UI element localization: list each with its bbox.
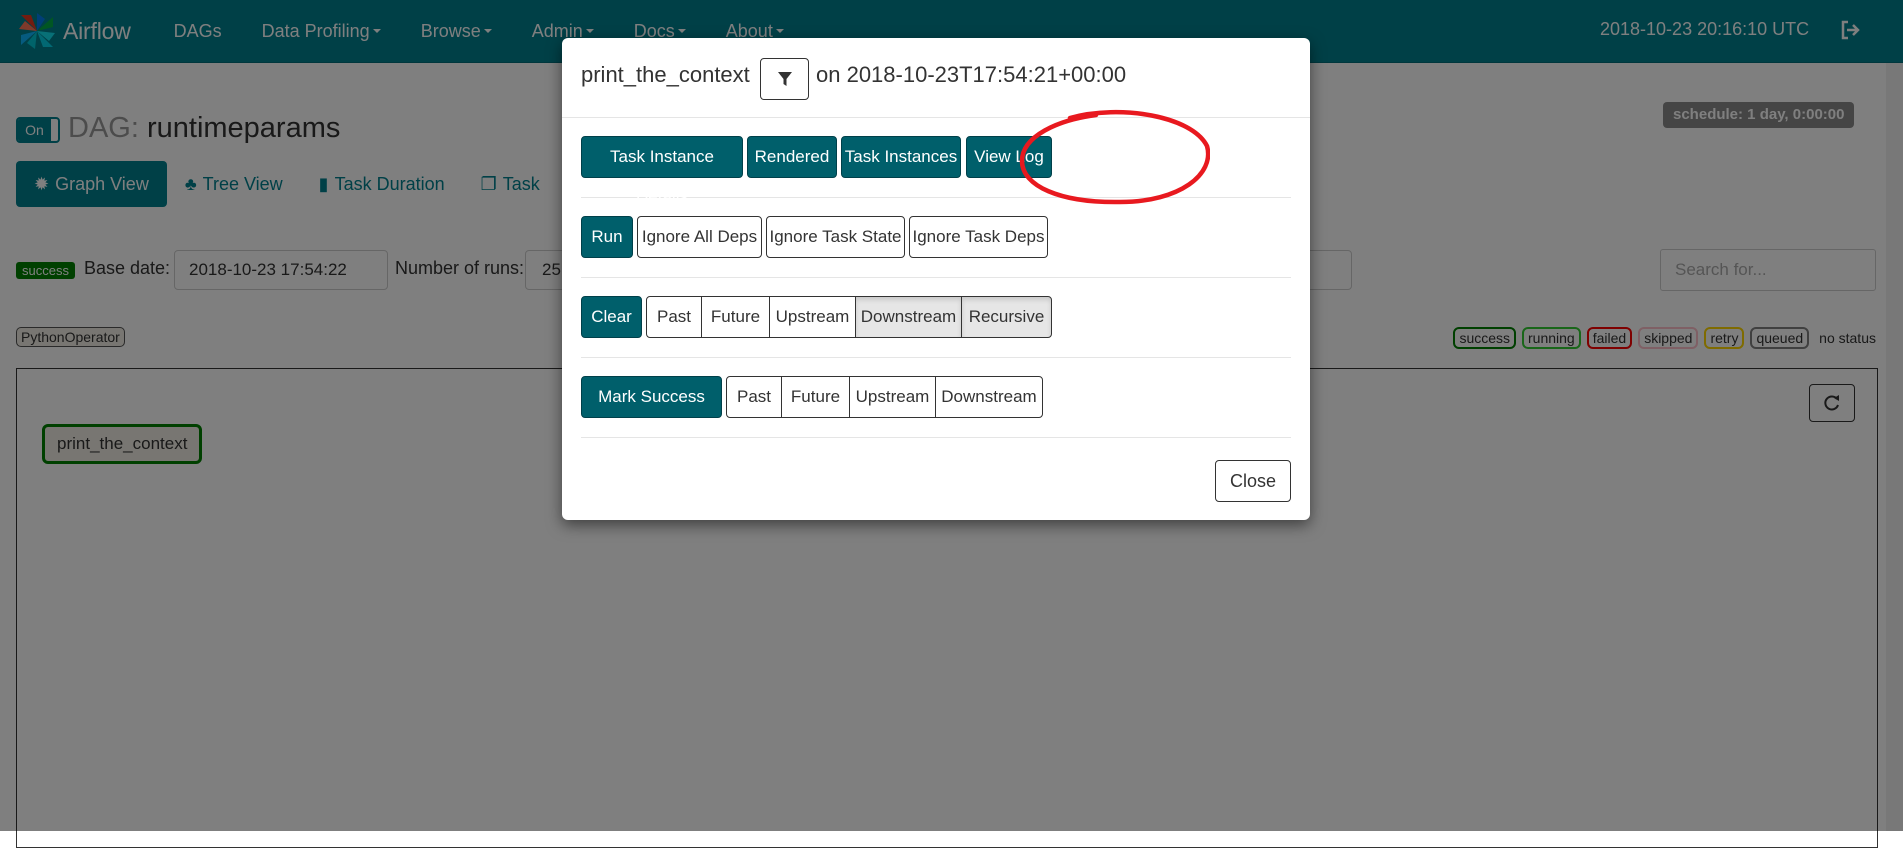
modal-row-clear: Clear Past Future Upstream Downstream Re… [581,278,1291,358]
filter-task-button[interactable] [760,58,809,100]
task-instances-button[interactable]: Task Instances [841,136,961,178]
mark-success-button[interactable]: Mark Success [581,376,722,418]
clear-downstream-toggle[interactable]: Downstream [855,296,962,338]
mark-past-toggle[interactable]: Past [726,376,782,418]
task-instance-details-button[interactable]: Task Instance Details [581,136,743,206]
clear-future-toggle[interactable]: Future [701,296,770,338]
annotation-circle [1019,109,1210,205]
ignore-task-state-button[interactable]: Ignore Task State [766,216,905,258]
ignore-task-deps-button[interactable]: Ignore Task Deps [909,216,1048,258]
clear-upstream-toggle[interactable]: Upstream [769,296,856,338]
modal-task-id: print_the_context [581,62,750,87]
mark-future-toggle[interactable]: Future [781,376,850,418]
mark-upstream-toggle[interactable]: Upstream [849,376,936,418]
modal-row-mark-success: Mark Success Past Future Upstream Downst… [581,358,1291,438]
run-button[interactable]: Run [581,216,633,258]
close-button[interactable]: Close [1215,460,1291,502]
filter-icon [777,72,792,86]
clear-button[interactable]: Clear [581,296,642,338]
clear-recursive-toggle[interactable]: Recursive [961,296,1052,338]
clear-past-toggle[interactable]: Past [646,296,702,338]
modal-row-run: Run Ignore All Deps Ignore Task State Ig… [581,198,1291,278]
rendered-button[interactable]: Rendered [747,136,837,178]
ignore-all-deps-button[interactable]: Ignore All Deps [637,216,762,258]
modal-execution-date: on 2018-10-23T17:54:21+00:00 [816,62,1127,87]
mark-downstream-toggle[interactable]: Downstream [935,376,1043,418]
